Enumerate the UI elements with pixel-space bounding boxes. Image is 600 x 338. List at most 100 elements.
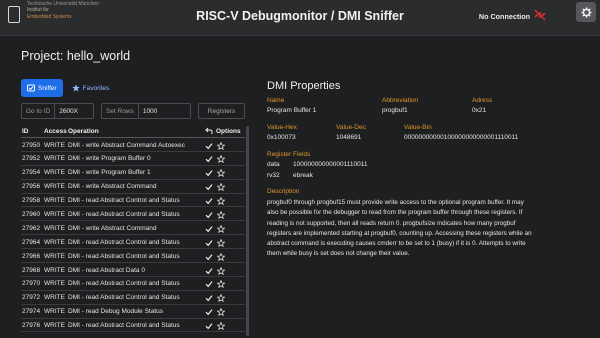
abbreviation-value: progbuf1 — [382, 107, 408, 114]
check-icon[interactable] — [205, 294, 213, 304]
check-icon[interactable] — [205, 239, 213, 249]
table-row[interactable]: 27968 WRITE DMI - read Abstract Data 0 — [21, 263, 245, 277]
row-operation: DMI - read Abstract Control and Status — [68, 210, 180, 218]
row-access: WRITE — [44, 322, 65, 330]
field-data-value: 100000000000001110011 — [293, 161, 368, 168]
row-id: 27968 — [22, 266, 41, 274]
check-icon[interactable] — [205, 253, 213, 263]
goto-id-control[interactable]: Go to ID 2600X — [21, 103, 94, 119]
undo-icon[interactable] — [205, 127, 213, 137]
register-fields-label: Register Fields — [267, 151, 311, 158]
table-row[interactable]: 27970 WRITE DMI - read Abstract Control an… — [21, 277, 245, 291]
row-access: WRITE — [44, 238, 65, 246]
row-access: WRITE — [44, 155, 65, 163]
registers-button[interactable]: Registers — [198, 103, 245, 119]
favorite-star-icon[interactable] — [216, 168, 226, 179]
row-id: 27956 — [22, 183, 41, 191]
disconnected-icon[interactable] — [533, 8, 547, 22]
favorite-star-icon[interactable] — [216, 141, 226, 152]
goto-id-input[interactable]: 2600X — [55, 108, 82, 115]
table-row[interactable]: 27958 WRITE DMI - read Abstract Control an… — [21, 194, 245, 208]
tab-sniffer[interactable]: Sniffer — [21, 79, 63, 97]
abbreviation-label: Abbreviation — [382, 97, 419, 104]
row-operation: DMI - write Program Buffer 0 — [68, 155, 151, 163]
field-data-name: data — [267, 161, 280, 168]
favorite-star-icon[interactable] — [216, 279, 226, 290]
row-id: 27974 — [22, 308, 41, 316]
favorite-star-icon[interactable] — [216, 293, 226, 304]
check-icon[interactable] — [205, 211, 213, 221]
favorite-star-icon[interactable] — [216, 252, 226, 263]
favorite-star-icon[interactable] — [216, 266, 226, 277]
check-icon[interactable] — [205, 308, 213, 318]
table-scrollbar[interactable] — [246, 126, 249, 336]
sniffer-icon — [27, 84, 35, 92]
table-row[interactable]: 27950 WRITE DMI - write Abstract Command A… — [21, 138, 245, 152]
favorite-star-icon[interactable] — [216, 154, 226, 165]
address-label: Adress — [472, 97, 493, 104]
row-access: WRITE — [44, 266, 65, 274]
check-icon[interactable] — [205, 155, 213, 165]
check-icon[interactable] — [205, 197, 213, 207]
value-bin-label: Value-Bin — [404, 124, 432, 131]
favorite-star-icon[interactable] — [216, 210, 226, 221]
name-label: Name — [267, 97, 285, 104]
favorite-star-icon[interactable] — [216, 321, 226, 332]
favorite-star-icon[interactable] — [216, 182, 226, 193]
value-hex: 0x100073 — [267, 134, 296, 141]
header-id: ID — [22, 128, 29, 135]
row-id: 27966 — [22, 252, 41, 260]
row-access: WRITE — [44, 169, 65, 177]
set-rows-control[interactable]: Set Rows 1000 — [101, 103, 191, 119]
favorite-star-icon[interactable] — [216, 224, 226, 235]
table-row[interactable]: 27964 WRITE DMI - read Abstract Control an… — [21, 235, 245, 250]
tab-favorites-label: Favorites — [82, 84, 110, 92]
check-icon[interactable] — [205, 267, 213, 277]
row-access: WRITE — [44, 224, 65, 232]
row-access: WRITE — [44, 294, 65, 302]
check-icon[interactable] — [205, 183, 213, 193]
row-id: 27972 — [22, 294, 41, 302]
table-body: 27950 WRITE DMI - write Abstract Command A… — [21, 138, 245, 333]
table-row[interactable]: 27976 WRITE DMI - read Abstract Control an… — [21, 319, 245, 333]
table-row[interactable]: 27974 WRITE DMI - read Debug Module Status — [21, 305, 245, 319]
row-operation: DMI - read Abstract Control and Status — [68, 197, 180, 205]
check-icon[interactable] — [205, 142, 213, 152]
tab-favorites[interactable]: Favorites — [66, 79, 116, 97]
goto-id-label: Go to ID — [22, 104, 56, 118]
value-bin: 00000000000100000000000001110011 — [404, 134, 519, 141]
row-operation: DMI - read Abstract Control and Status — [68, 252, 180, 260]
table-row[interactable]: 27966 WRITE DMI - read Abstract Control an… — [21, 249, 245, 264]
row-id: 27952 — [22, 155, 41, 163]
header-options: Options — [216, 128, 241, 135]
row-operation: DMI - read Abstract Data 0 — [68, 266, 145, 274]
star-icon — [71, 84, 80, 92]
table-row[interactable]: 27954 WRITE DMI - write Program Buffer 1 — [21, 166, 245, 180]
favorite-star-icon[interactable] — [216, 196, 226, 207]
row-operation: DMI - write Abstract Command — [68, 183, 157, 191]
table-row[interactable]: 27962 WRITE DMI - write Abstract Command — [21, 221, 245, 236]
table-row[interactable]: 27952 WRITE DMI - write Program Buffer 0 — [21, 152, 245, 166]
table-row[interactable]: 27972 WRITE DMI - read Abstract Control an… — [21, 291, 245, 305]
row-id: 27976 — [22, 322, 41, 330]
row-access: WRITE — [44, 197, 65, 205]
row-id: 27960 — [22, 210, 41, 218]
row-access: WRITE — [44, 141, 65, 149]
set-rows-input[interactable]: 1000 — [139, 108, 161, 115]
row-id: 27950 — [22, 141, 41, 149]
settings-button[interactable] — [576, 2, 596, 22]
name-value: Program Buffer 1 — [267, 107, 317, 114]
row-access: WRITE — [44, 280, 65, 288]
check-icon[interactable] — [205, 169, 213, 179]
check-icon[interactable] — [205, 322, 213, 332]
check-icon[interactable] — [205, 225, 213, 235]
description-text: progbuf0 through progbuf15 must provide … — [267, 199, 532, 258]
table-row[interactable]: 27960 WRITE DMI - read Abstract Control an… — [21, 207, 245, 222]
row-access: WRITE — [44, 183, 65, 191]
row-operation: DMI - read Debug Module Status — [68, 308, 164, 316]
favorite-star-icon[interactable] — [216, 238, 226, 249]
value-dec-label: Value-Dec — [336, 124, 366, 131]
table-row[interactable]: 27956 WRITE DMI - write Abstract Command — [21, 180, 245, 194]
check-icon[interactable] — [205, 280, 213, 290]
favorite-star-icon[interactable] — [216, 307, 226, 318]
